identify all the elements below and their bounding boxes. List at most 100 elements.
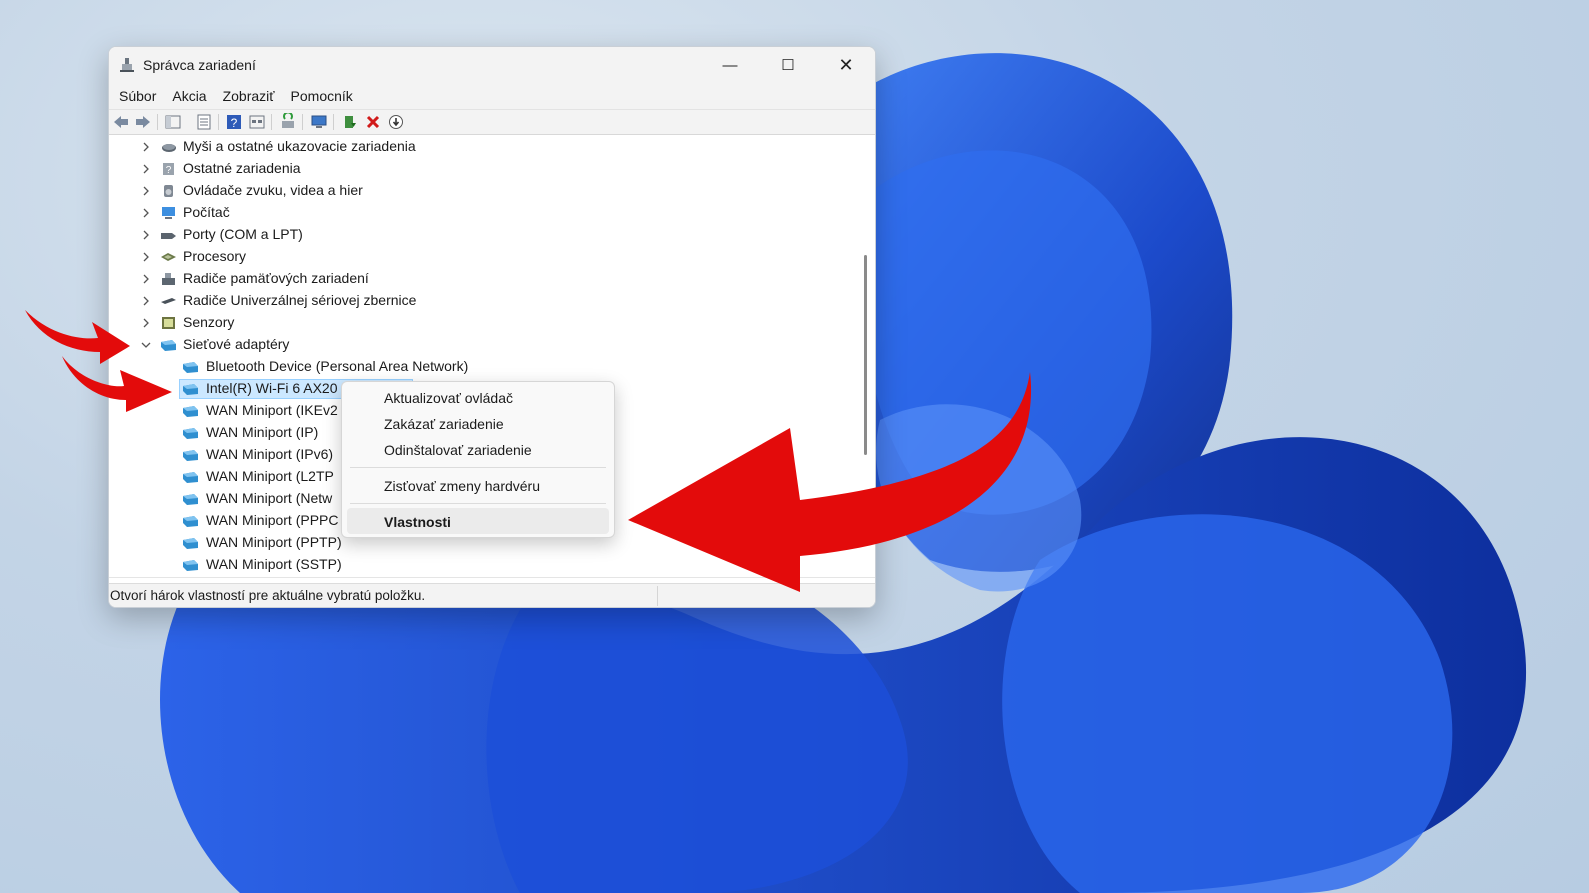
- chevron-right-icon[interactable]: [141, 164, 151, 174]
- view-icon[interactable]: [248, 113, 266, 131]
- scan-hardware-icon[interactable]: [279, 113, 297, 131]
- network-adapter-icon: [183, 494, 198, 505]
- tree-item-sensors[interactable]: Senzory: [109, 313, 855, 334]
- tree-item-computer[interactable]: Počítač: [109, 203, 855, 224]
- chevron-right-icon[interactable]: [141, 142, 151, 152]
- menu-item-uninstall-device[interactable]: Odinštalovať zariadenie: [384, 442, 532, 458]
- tree-item-label: WAN Miniport (IKEv2: [206, 402, 338, 418]
- menu-separator: [350, 467, 606, 468]
- help-icon[interactable]: ?: [225, 113, 243, 131]
- network-adapter-icon: [183, 516, 198, 527]
- device-manager-app-icon: [120, 58, 134, 72]
- menu-separator: [350, 503, 606, 504]
- menu-file[interactable]: Súbor: [111, 88, 164, 104]
- tree-item-label: WAN Miniport (PPPC: [206, 512, 339, 528]
- tree-item-processors[interactable]: Procesory: [109, 247, 855, 268]
- svg-text:?: ?: [231, 116, 238, 130]
- tree-item-other-devices[interactable]: ? Ostatné zariadenia: [109, 159, 855, 180]
- tree-item-sound[interactable]: Ovládače zvuku, videa a hier: [109, 181, 855, 202]
- chevron-right-icon[interactable]: [141, 296, 151, 306]
- chevron-down-icon[interactable]: [141, 340, 151, 350]
- chevron-right-icon[interactable]: [141, 230, 151, 240]
- properties-icon[interactable]: [195, 113, 213, 131]
- back-icon[interactable]: [112, 113, 130, 131]
- tree-item-label: WAN Miniport (L2TP: [206, 468, 334, 484]
- processor-icon: [161, 253, 176, 261]
- chevron-right-icon[interactable]: [141, 186, 151, 196]
- sensor-icon: [162, 317, 175, 329]
- unknown-device-icon: ?: [163, 163, 174, 176]
- forward-icon[interactable]: [134, 113, 152, 131]
- scrollbar-thumb[interactable]: [864, 255, 867, 455]
- network-adapter-icon: [183, 406, 198, 417]
- tree-item-label: WAN Miniport (Netw: [206, 490, 333, 506]
- status-bar: Otvorí hárok vlastností pre aktuálne vyb…: [109, 583, 875, 607]
- tree-item-network-adapters[interactable]: Sieťové adaptéry: [109, 335, 855, 356]
- tree-item-label: Ovládače zvuku, videa a hier: [183, 182, 363, 198]
- chevron-right-icon[interactable]: [141, 274, 151, 284]
- network-adapter-icon: [183, 472, 198, 483]
- tree-item-label: Radiče Univerzálnej sériovej zbernice: [183, 292, 417, 308]
- network-adapter-icon: [161, 340, 176, 351]
- network-adapter-icon: [183, 428, 198, 439]
- storage-controller-icon: [162, 273, 175, 285]
- tree-item-label: Ostatné zariadenia: [183, 160, 301, 176]
- chevron-right-icon[interactable]: [141, 252, 151, 262]
- tree-item-label: Radiče pamäťových zariadení: [183, 270, 369, 286]
- chevron-right-icon[interactable]: [141, 318, 151, 328]
- maximize-button[interactable]: ☐: [759, 47, 817, 83]
- tree-item-adapter[interactable]: WAN Miniport (SSTP): [109, 555, 855, 576]
- network-adapter-icon: [183, 560, 198, 571]
- computer-icon: [162, 207, 175, 219]
- chevron-right-icon[interactable]: [141, 208, 151, 218]
- menu-action[interactable]: Akcia: [164, 88, 214, 104]
- vertical-scrollbar[interactable]: [855, 137, 875, 577]
- network-adapter-icon: [183, 450, 198, 461]
- tree-item-mice[interactable]: Myši a ostatné ukazovacie zariadenia: [109, 137, 855, 158]
- tree-item-label: Intel(R) Wi-Fi 6 AX20: [206, 380, 338, 396]
- tree-item-label: WAN Miniport (IP): [206, 424, 319, 440]
- tree-item-label: Porty (COM a LPT): [183, 226, 303, 242]
- tree-item-label: Sieťové adaptéry: [183, 336, 290, 352]
- tree-item-label: Počítač: [183, 204, 230, 220]
- menu-item-disable-device[interactable]: Zakázať zariadenie: [384, 416, 504, 432]
- monitor-icon[interactable]: [310, 113, 328, 131]
- tree-item-storage-controllers[interactable]: Radiče pamäťových zariadení: [109, 269, 855, 290]
- speaker-icon: [164, 185, 173, 197]
- window-title: Správca zariadení: [143, 57, 256, 73]
- network-adapter-icon: [183, 384, 198, 395]
- uninstall-icon[interactable]: [364, 113, 382, 131]
- menu-view[interactable]: Zobraziť: [215, 88, 283, 104]
- mouse-icon: [162, 144, 176, 152]
- status-divider: [657, 586, 658, 606]
- menu-help[interactable]: Pomocník: [283, 88, 361, 104]
- show-hide-tree-icon[interactable]: [164, 113, 182, 131]
- menu-item-scan-hardware[interactable]: Zisťovať zmeny hardvéru: [384, 478, 540, 494]
- menu-item-properties[interactable]: Vlastnosti: [384, 514, 451, 530]
- disable-icon[interactable]: [387, 113, 405, 131]
- network-adapter-icon: [183, 362, 198, 373]
- toolbar: ?: [109, 109, 875, 135]
- update-driver-icon[interactable]: [341, 113, 359, 131]
- tree-item-adapter[interactable]: Bluetooth Device (Personal Area Network): [109, 357, 855, 378]
- tree-item-label: Senzory: [183, 314, 235, 330]
- tree-item-label: Bluetooth Device (Personal Area Network): [206, 358, 469, 374]
- menu-bar: Súbor Akcia Zobraziť Pomocník: [109, 83, 875, 109]
- context-menu: Aktualizovať ovládač Zakázať zariadenie …: [341, 381, 615, 538]
- usb-icon: [161, 298, 176, 304]
- tree-item-label: Procesory: [183, 248, 247, 264]
- horizontal-scroll-track: [109, 577, 875, 578]
- title-bar[interactable]: Správca zariadení — ☐ ✕: [109, 47, 875, 83]
- svg-text:?: ?: [166, 165, 172, 176]
- tree-item-label: WAN Miniport (IPv6): [206, 446, 334, 462]
- status-text: Otvorí hárok vlastností pre aktuálne vyb…: [110, 588, 426, 603]
- close-button[interactable]: ✕: [817, 47, 875, 83]
- menu-item-update-driver[interactable]: Aktualizovať ovládač: [384, 390, 513, 406]
- tree-item-ports[interactable]: Porty (COM a LPT): [109, 225, 855, 246]
- minimize-button[interactable]: —: [701, 47, 759, 83]
- tree-item-usb-controllers[interactable]: Radiče Univerzálnej sériovej zbernice: [109, 291, 855, 312]
- network-adapter-icon: [183, 538, 198, 549]
- tree-item-label: WAN Miniport (PPTP): [206, 534, 342, 550]
- tree-item-label: WAN Miniport (SSTP): [206, 556, 342, 572]
- tree-item-label: Myši a ostatné ukazovacie zariadenia: [183, 138, 416, 154]
